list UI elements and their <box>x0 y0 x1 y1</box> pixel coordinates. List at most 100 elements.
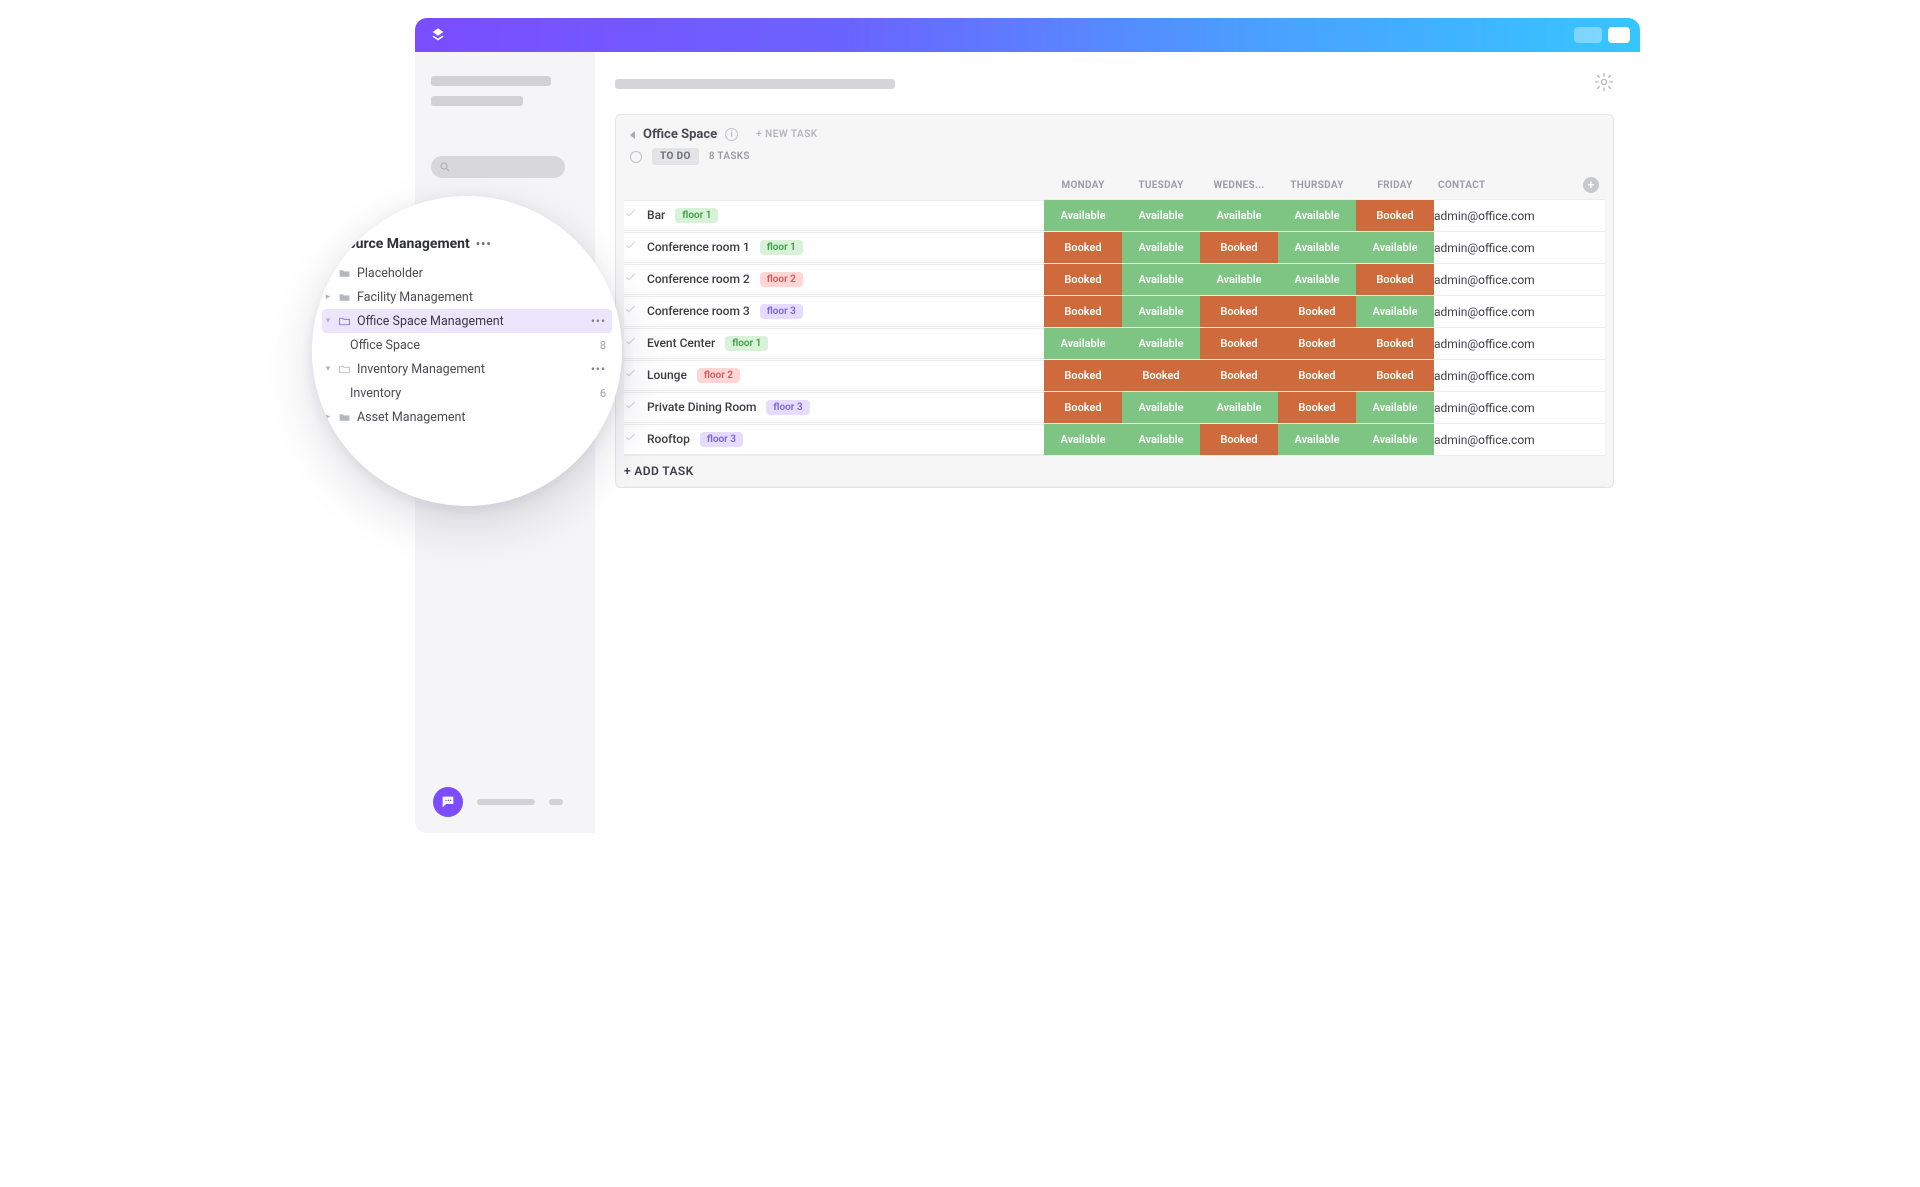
task-name-cell[interactable]: Loungefloor 2 <box>624 360 1044 391</box>
add-column-button[interactable]: + <box>1583 177 1599 193</box>
floor-tag[interactable]: floor 1 <box>675 208 718 223</box>
availability-cell[interactable]: Booked <box>1278 296 1356 327</box>
tree-item-facility[interactable]: ▸ Facility Management <box>322 285 612 309</box>
floor-tag[interactable]: floor 2 <box>697 368 740 383</box>
availability-cell[interactable]: Available <box>1122 296 1200 327</box>
check-icon[interactable] <box>624 399 637 415</box>
floor-tag[interactable]: floor 2 <box>760 272 803 287</box>
task-name-cell[interactable]: Conference room 2floor 2 <box>624 264 1044 295</box>
space-more-button[interactable]: ••• <box>476 237 492 251</box>
col-thursday[interactable]: THURSDAY <box>1278 171 1356 200</box>
check-icon[interactable] <box>624 239 637 255</box>
tree-item-placeholder[interactable]: ▸ Placeholder <box>322 261 612 285</box>
contact-cell[interactable]: admin@office.com <box>1434 360 1577 392</box>
availability-cell[interactable]: Available <box>1122 392 1200 423</box>
col-wednesday[interactable]: WEDNES... <box>1200 171 1278 200</box>
contact-cell[interactable]: admin@office.com <box>1434 392 1577 424</box>
tree-item-inventory-management[interactable]: ▾ Inventory Management ••• <box>322 357 612 381</box>
status-circle-icon[interactable] <box>630 151 642 163</box>
contact-cell[interactable]: admin@office.com <box>1434 328 1577 360</box>
availability-cell[interactable]: Available <box>1356 296 1434 327</box>
floor-tag[interactable]: floor 3 <box>700 432 743 447</box>
floor-tag[interactable]: floor 1 <box>725 336 768 351</box>
tree-item-asset[interactable]: ▸ Asset Management <box>322 405 612 429</box>
availability-cell[interactable]: Available <box>1278 232 1356 263</box>
col-tuesday[interactable]: TUESDAY <box>1122 171 1200 200</box>
check-icon[interactable] <box>624 431 637 447</box>
table-row[interactable]: Private Dining Roomfloor 3BookedAvailabl… <box>624 392 1605 424</box>
floor-tag[interactable]: floor 3 <box>760 304 803 319</box>
availability-cell[interactable]: Booked <box>1044 392 1122 423</box>
tree-item-more-button[interactable]: ••• <box>591 362 606 376</box>
availability-cell[interactable]: Booked <box>1200 296 1278 327</box>
availability-cell[interactable]: Available <box>1044 328 1122 359</box>
table-row[interactable]: Conference room 1floor 1BookedAvailableB… <box>624 232 1605 264</box>
contact-cell[interactable]: admin@office.com <box>1434 424 1577 456</box>
availability-cell[interactable]: Available <box>1122 200 1200 231</box>
tree-list-office-space[interactable]: Office Space 8 <box>348 333 612 357</box>
task-name-cell[interactable]: Private Dining Roomfloor 3 <box>624 392 1044 423</box>
contact-cell[interactable]: admin@office.com <box>1434 200 1577 232</box>
info-icon[interactable]: i <box>725 128 738 141</box>
availability-cell[interactable]: Booked <box>1278 328 1356 359</box>
chat-button[interactable] <box>433 787 463 817</box>
contact-cell[interactable]: admin@office.com <box>1434 296 1577 328</box>
availability-cell[interactable]: Booked <box>1278 360 1356 391</box>
col-contact[interactable]: CONTACT <box>1434 171 1577 200</box>
availability-cell[interactable]: Booked <box>1200 424 1278 455</box>
task-name-cell[interactable]: Event Centerfloor 1 <box>624 328 1044 359</box>
availability-cell[interactable]: Booked <box>1044 232 1122 263</box>
topbar-button-1[interactable] <box>1574 27 1602 43</box>
col-monday[interactable]: MONDAY <box>1044 171 1122 200</box>
availability-cell[interactable]: Available <box>1356 392 1434 423</box>
availability-cell[interactable]: Available <box>1200 264 1278 295</box>
availability-cell[interactable]: Available <box>1356 232 1434 263</box>
availability-cell[interactable]: Available <box>1278 200 1356 231</box>
availability-cell[interactable]: Available <box>1200 392 1278 423</box>
space-title[interactable]: Resource Management <box>324 236 470 252</box>
availability-cell[interactable]: Available <box>1200 200 1278 231</box>
availability-cell[interactable]: Available <box>1122 232 1200 263</box>
check-icon[interactable] <box>624 335 637 351</box>
availability-cell[interactable]: Booked <box>1122 360 1200 391</box>
tree-item-office-management[interactable]: ▾ Office Space Management ••• <box>322 309 612 333</box>
availability-cell[interactable]: Available <box>1278 424 1356 455</box>
table-row[interactable]: Loungefloor 2BookedBookedBookedBookedBoo… <box>624 360 1605 392</box>
availability-cell[interactable]: Available <box>1278 264 1356 295</box>
check-icon[interactable] <box>624 303 637 319</box>
task-name-cell[interactable]: Conference room 1floor 1 <box>624 232 1044 263</box>
floor-tag[interactable]: floor 1 <box>760 240 803 255</box>
table-row[interactable]: Event Centerfloor 1AvailableAvailableBoo… <box>624 328 1605 360</box>
availability-cell[interactable]: Booked <box>1356 264 1434 295</box>
availability-cell[interactable]: Booked <box>1044 296 1122 327</box>
availability-cell[interactable]: Available <box>1356 424 1434 455</box>
topbar-button-2[interactable] <box>1608 27 1630 43</box>
availability-cell[interactable]: Available <box>1122 424 1200 455</box>
check-icon[interactable] <box>624 207 637 223</box>
task-name-cell[interactable]: Rooftopfloor 3 <box>624 424 1044 455</box>
availability-cell[interactable]: Available <box>1122 264 1200 295</box>
tree-item-more-button[interactable]: ••• <box>591 314 606 328</box>
task-name-cell[interactable]: Barfloor 1 <box>624 200 1044 231</box>
availability-cell[interactable]: Available <box>1122 328 1200 359</box>
availability-cell[interactable]: Available <box>1044 424 1122 455</box>
availability-cell[interactable]: Booked <box>1356 328 1434 359</box>
contact-cell[interactable]: admin@office.com <box>1434 232 1577 264</box>
settings-button[interactable] <box>1594 72 1614 96</box>
availability-cell[interactable]: Booked <box>1200 328 1278 359</box>
collapse-caret-icon[interactable] <box>630 131 635 139</box>
add-task-button[interactable]: + ADD TASK <box>624 456 1605 487</box>
col-friday[interactable]: FRIDAY <box>1356 171 1434 200</box>
task-name-cell[interactable]: Conference room 3floor 3 <box>624 296 1044 327</box>
tree-list-inventory[interactable]: Inventory 6 <box>348 381 612 405</box>
sidebar-search[interactable] <box>431 156 565 178</box>
new-task-button[interactable]: + NEW TASK <box>756 129 818 140</box>
availability-cell[interactable]: Available <box>1044 200 1122 231</box>
status-chip[interactable]: TO DO <box>652 148 699 165</box>
availability-cell[interactable]: Booked <box>1200 360 1278 391</box>
availability-cell[interactable]: Booked <box>1356 360 1434 391</box>
table-row[interactable]: Barfloor 1AvailableAvailableAvailableAva… <box>624 200 1605 232</box>
contact-cell[interactable]: admin@office.com <box>1434 264 1577 296</box>
availability-cell[interactable]: Booked <box>1044 360 1122 391</box>
floor-tag[interactable]: floor 3 <box>766 400 809 415</box>
